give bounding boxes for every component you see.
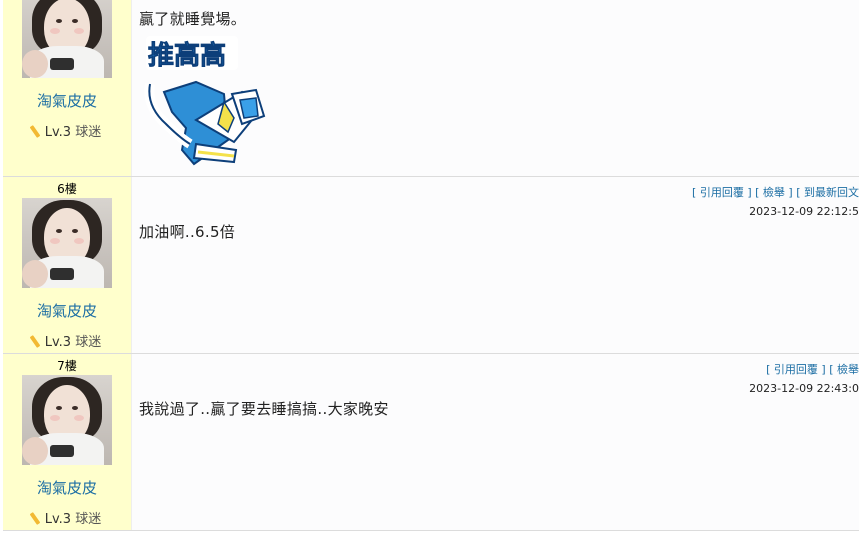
post-actions: [ 引用回覆 ] [ 檢舉 [766,363,859,376]
report-link[interactable]: 檢舉 [763,186,785,199]
username-link[interactable]: 淘氣皮皮 [3,477,131,498]
post-6: 6樓 淘氣皮皮 Lv.3 球迷 [ 引用回覆 ] [ 檢舉 ] [ 到最新回文 … [3,177,859,354]
level-label: Lv.3 [44,512,72,527]
avatar[interactable] [22,375,112,465]
sticker-image: 推高高 [144,36,266,166]
username-link[interactable]: 淘氣皮皮 [3,300,131,321]
post-content: [ 引用回覆 ] [ 檢舉 ] [ 到最新回文 2023-12-09 22:12… [132,177,859,353]
author-panel: 淘氣皮皮 Lv.3 球迷 [3,0,132,176]
avatar[interactable] [22,0,112,78]
post-actions: [ 引用回覆 ] [ 檢舉 ] [ 到最新回文 [692,186,859,199]
pencil-icon [29,125,41,138]
quote-reply-link[interactable]: 引用回覆 [774,363,818,376]
post-timestamp: 2023-12-09 22:12:5 [749,205,859,218]
author-panel: 7樓 淘氣皮皮 Lv.3 球迷 [3,354,132,530]
user-level: Lv.3 球迷 [3,121,131,140]
post-7: 7樓 淘氣皮皮 Lv.3 球迷 [ 引用回覆 ] [ 檢舉 2023-12-09… [3,354,859,531]
avatar[interactable] [22,198,112,288]
report-link[interactable]: 檢舉 [837,363,859,376]
thread: 淘氣皮皮 Lv.3 球迷 贏了就睡覺場。 推高高 6樓 淘氣皮皮 Lv.3 球迷… [3,0,859,531]
pencil-icon [29,335,41,348]
post-5: 淘氣皮皮 Lv.3 球迷 贏了就睡覺場。 推高高 [3,0,859,177]
author-panel: 6樓 淘氣皮皮 Lv.3 球迷 [3,177,132,353]
level-label: Lv.3 [44,125,72,140]
post-timestamp: 2023-12-09 22:43:0 [749,382,859,395]
floor-number: 7樓 [57,359,77,373]
rank-label: 球迷 [75,512,102,527]
quote-reply-link[interactable]: 引用回覆 [700,186,744,199]
sticker-text: 推高高 [148,40,226,71]
user-level: Lv.3 球迷 [3,331,131,350]
floor-number: 6樓 [57,182,77,196]
post-message: 我說過了..贏了要去睡搞搞..大家晚安 [139,400,389,418]
post-message: 贏了就睡覺場。 [139,10,247,28]
rank-label: 球迷 [75,335,102,350]
level-label: Lv.3 [44,335,72,350]
latest-reply-link[interactable]: 到最新回文 [804,186,859,199]
post-content: 贏了就睡覺場。 推高高 [132,0,859,176]
pencil-icon [29,512,41,525]
rank-label: 球迷 [75,125,102,140]
user-level: Lv.3 球迷 [3,508,131,527]
post-message: 加油啊..6.5倍 [139,223,236,241]
post-content: [ 引用回覆 ] [ 檢舉 2023-12-09 22:43:0 我說過了..贏… [132,354,859,530]
username-link[interactable]: 淘氣皮皮 [3,90,131,111]
